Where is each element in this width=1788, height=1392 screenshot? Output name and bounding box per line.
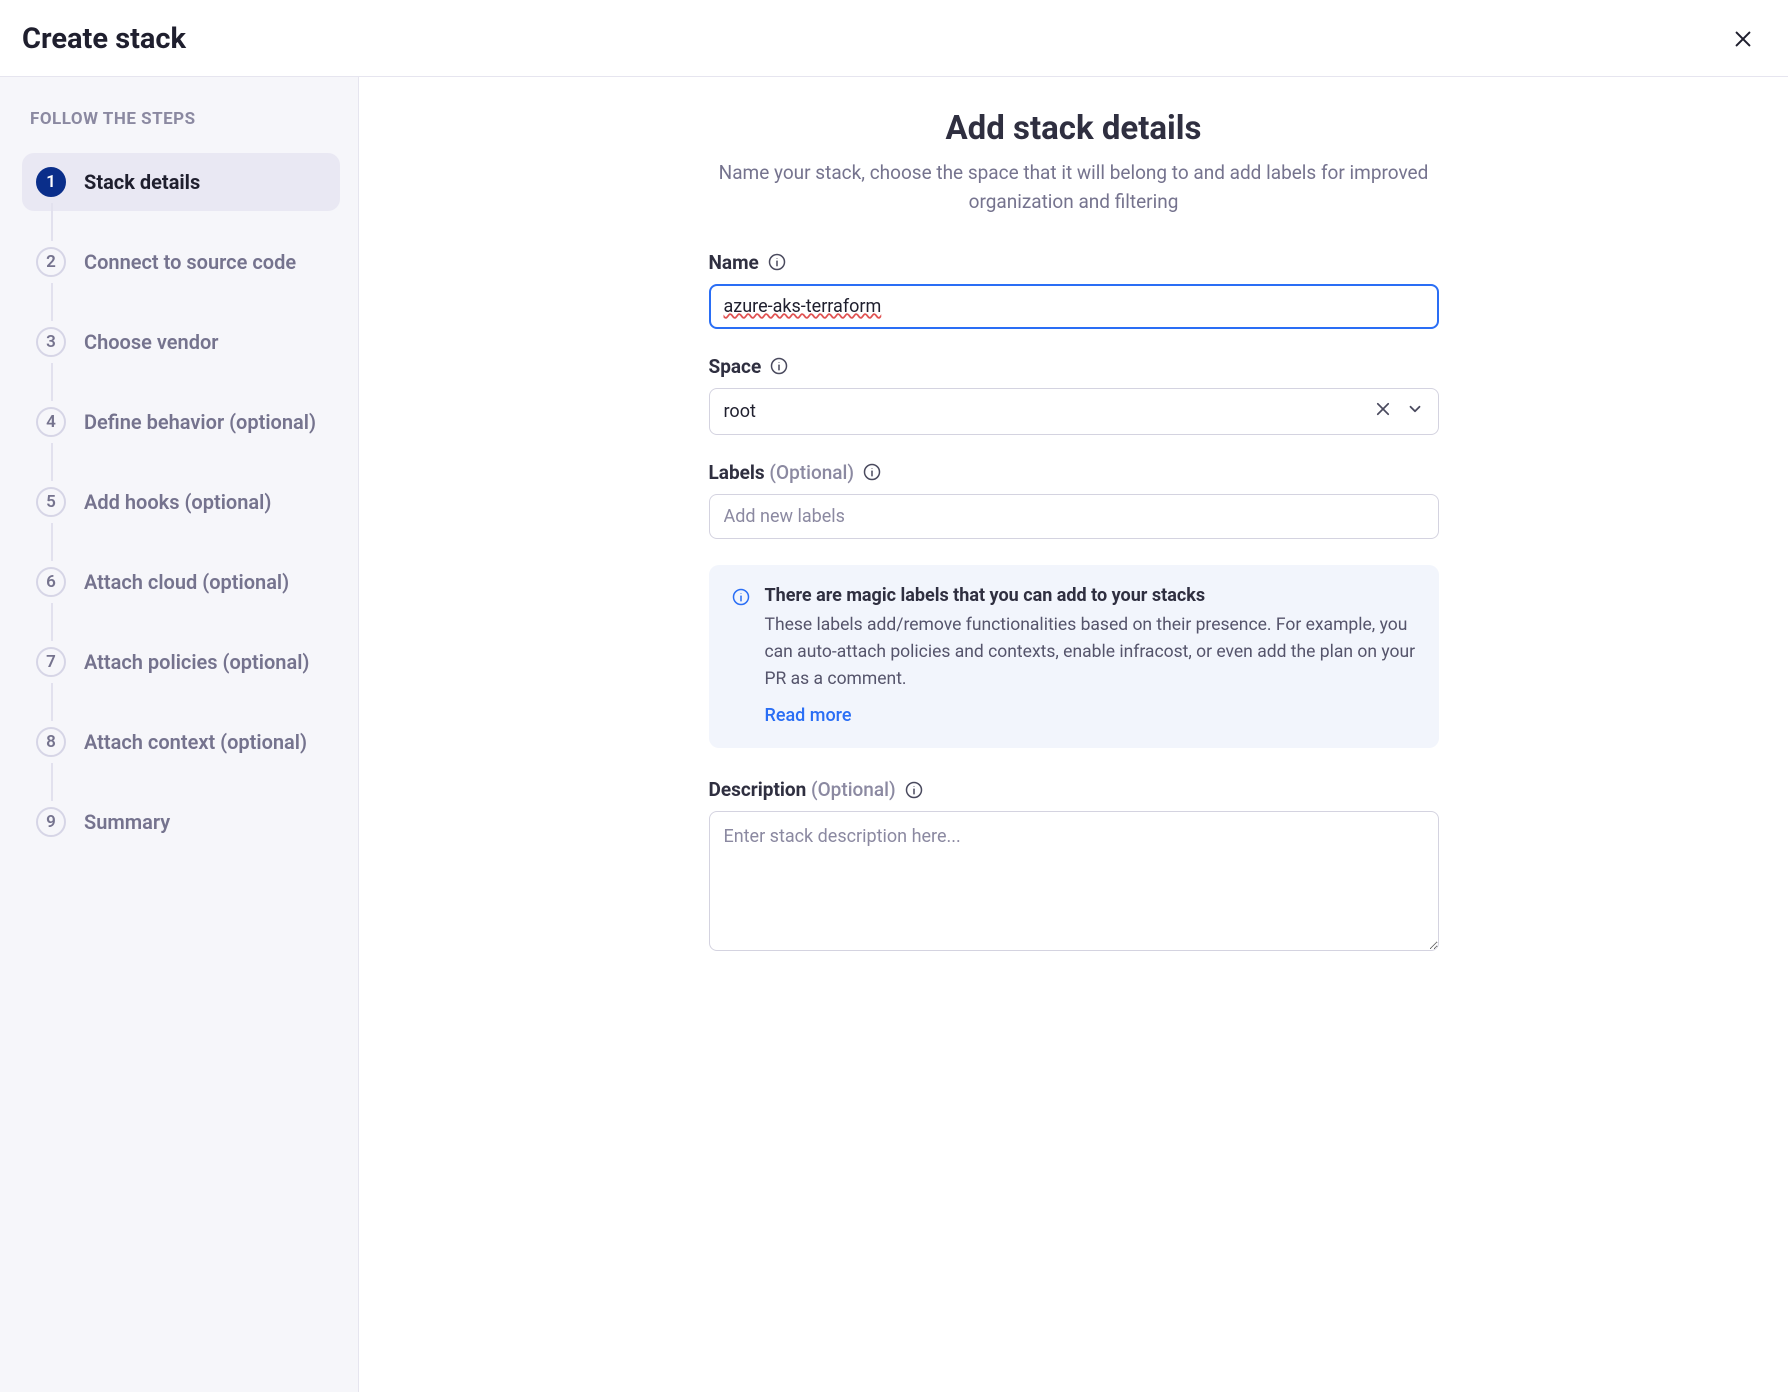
step-label: Stack details <box>84 169 200 196</box>
description-label: Description (Optional) <box>709 778 896 801</box>
main-content: Add stack details Name your stack, choos… <box>359 77 1788 1392</box>
step-number: 6 <box>36 567 66 597</box>
step-number: 7 <box>36 647 66 677</box>
description-textarea[interactable] <box>709 811 1439 951</box>
step-add-hooks[interactable]: 5 Add hooks (optional) <box>22 473 340 531</box>
step-number: 2 <box>36 247 66 277</box>
space-label: Space <box>709 355 762 378</box>
field-description: Description (Optional) <box>709 778 1439 955</box>
close-icon <box>1732 28 1754 50</box>
step-label: Attach policies (optional) <box>84 649 309 676</box>
step-choose-vendor[interactable]: 3 Choose vendor <box>22 313 340 371</box>
page-title: Add stack details <box>709 109 1439 148</box>
field-name: Name azure-aks-terraform <box>709 251 1439 329</box>
step-label: Connect to source code <box>84 249 296 276</box>
read-more-link[interactable]: Read more <box>765 705 852 726</box>
info-icon <box>731 587 751 726</box>
step-label: Add hooks (optional) <box>84 489 271 516</box>
step-connect-source[interactable]: 2 Connect to source code <box>22 233 340 291</box>
step-attach-policies[interactable]: 7 Attach policies (optional) <box>22 633 340 691</box>
name-input-value: azure-aks-terraform <box>724 296 882 317</box>
info-icon[interactable] <box>862 462 882 482</box>
info-icon[interactable] <box>904 780 924 800</box>
info-icon[interactable] <box>769 356 789 376</box>
space-select[interactable]: root <box>709 388 1439 435</box>
step-label: Attach context (optional) <box>84 729 307 756</box>
field-labels: Labels (Optional) <box>709 461 1439 539</box>
steps-list: 1 Stack details 2 Connect to source code… <box>22 153 340 851</box>
space-value: root <box>724 401 756 422</box>
step-label: Attach cloud (optional) <box>84 569 289 596</box>
info-icon[interactable] <box>767 252 787 272</box>
step-number: 9 <box>36 807 66 837</box>
step-number: 8 <box>36 727 66 757</box>
magic-labels-callout: There are magic labels that you can add … <box>709 565 1439 748</box>
modal-title: Create stack <box>22 22 186 56</box>
step-attach-context[interactable]: 8 Attach context (optional) <box>22 713 340 771</box>
clear-icon[interactable] <box>1374 400 1392 423</box>
callout-title: There are magic labels that you can add … <box>765 585 1417 606</box>
step-summary[interactable]: 9 Summary <box>22 793 340 851</box>
step-label: Define behavior (optional) <box>84 409 316 436</box>
field-space: Space root <box>709 355 1439 435</box>
labels-label: Labels (Optional) <box>709 461 855 484</box>
step-attach-cloud[interactable]: 6 Attach cloud (optional) <box>22 553 340 611</box>
step-label: Summary <box>84 809 170 836</box>
step-number: 4 <box>36 407 66 437</box>
step-number: 3 <box>36 327 66 357</box>
step-define-behavior[interactable]: 4 Define behavior (optional) <box>22 393 340 451</box>
steps-heading: FOLLOW THE STEPS <box>30 109 340 129</box>
step-number: 5 <box>36 487 66 517</box>
steps-sidebar: FOLLOW THE STEPS 1 Stack details 2 Conne… <box>0 77 359 1392</box>
step-number: 1 <box>36 167 66 197</box>
name-label: Name <box>709 251 759 274</box>
chevron-down-icon[interactable] <box>1406 400 1424 423</box>
name-input[interactable]: azure-aks-terraform <box>709 284 1439 329</box>
labels-input[interactable] <box>709 494 1439 539</box>
close-button[interactable] <box>1726 22 1760 56</box>
step-stack-details[interactable]: 1 Stack details <box>22 153 340 211</box>
callout-body: These labels add/remove functionalities … <box>765 612 1417 693</box>
step-label: Choose vendor <box>84 329 219 356</box>
page-subtitle: Name your stack, choose the space that i… <box>709 158 1439 217</box>
modal-header: Create stack <box>0 0 1788 77</box>
